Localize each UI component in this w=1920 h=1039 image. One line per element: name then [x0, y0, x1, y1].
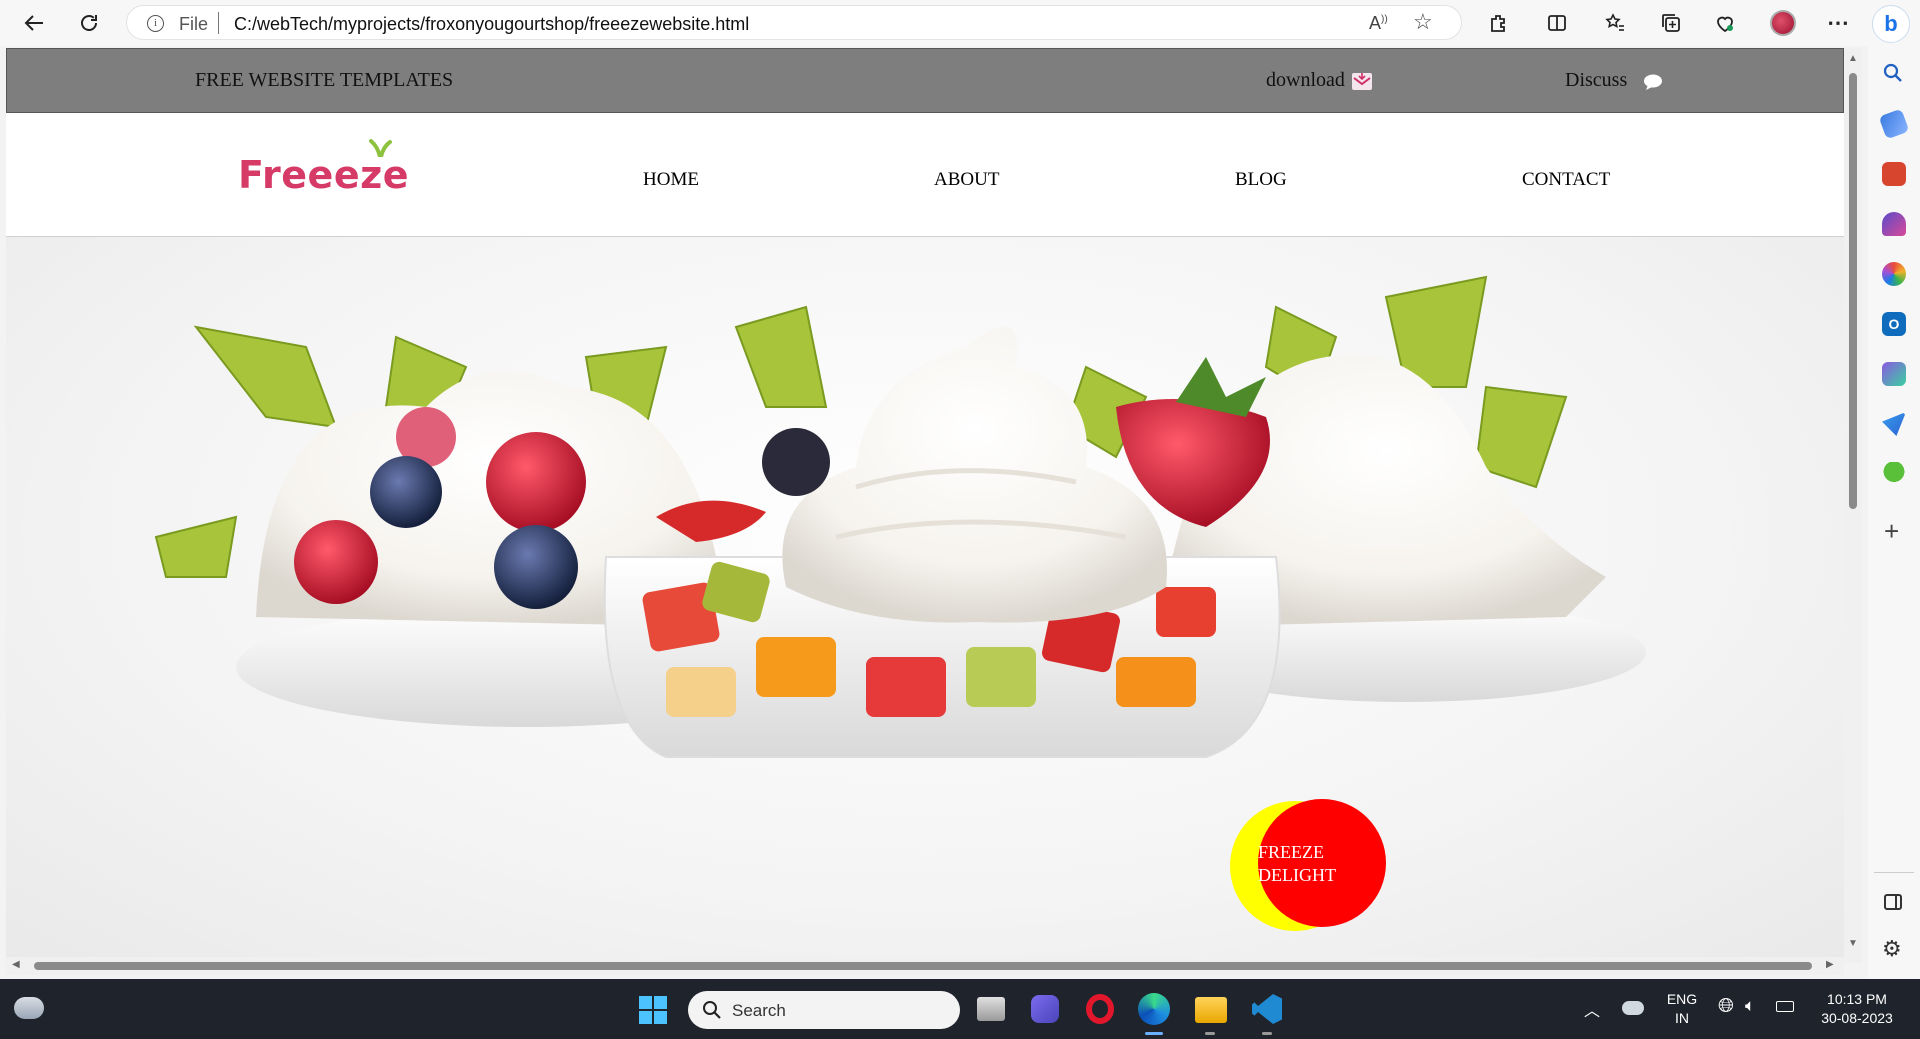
windows-taskbar: Search ︿ ENG IN 🌐︎ 🔈︎ 10:13 PM 30-08-202…	[0, 979, 1920, 1039]
browser-toolbar: i File C:/webTech/myprojects/froxonyougo…	[0, 0, 1920, 46]
nav-about[interactable]: ABOUT	[934, 169, 999, 191]
browser-sidebar: O + ⚙	[1868, 46, 1920, 979]
scroll-down-icon[interactable]: ▼	[1848, 938, 1858, 949]
puzzle-icon	[1491, 15, 1505, 32]
address-bar[interactable]: i File C:/webTech/myprojects/froxonyougo…	[126, 5, 1462, 40]
back-button[interactable]	[18, 8, 50, 38]
read-aloud-icon[interactable]: A))	[1369, 13, 1388, 34]
discuss-link[interactable]: Discuss	[1565, 69, 1627, 92]
nav-contact[interactable]: CONTACT	[1522, 169, 1610, 191]
site-top-bar: FREE WEBSITE TEMPLATES download Discuss	[6, 48, 1844, 113]
send-icon[interactable]	[1882, 412, 1906, 436]
clock-time: 10:13 PM	[1827, 991, 1887, 1007]
outlook-icon[interactable]: O	[1882, 312, 1906, 336]
teams-chat-icon[interactable]	[1031, 995, 1059, 1023]
task-view-icon[interactable]	[977, 997, 1005, 1021]
badge-text: FREEZE DELIGHT	[1258, 841, 1378, 887]
bing-icon: b	[1884, 11, 1898, 36]
collections-button[interactable]	[1655, 8, 1687, 38]
edge-icon[interactable]	[1138, 993, 1170, 1025]
lang-line-2: IN	[1675, 1010, 1689, 1026]
settings-gear-icon[interactable]: ⚙	[1882, 936, 1902, 962]
battery-icon[interactable]	[1776, 1001, 1794, 1012]
running-indicator	[1205, 1032, 1215, 1035]
free-templates-text: FREE WEBSITE TEMPLATES	[195, 69, 454, 91]
designer-icon[interactable]	[1882, 362, 1906, 386]
download-link[interactable]: download	[1266, 69, 1345, 92]
scroll-left-icon[interactable]: ◀	[12, 959, 20, 970]
running-indicator	[1262, 1032, 1272, 1035]
search-icon	[703, 1001, 721, 1019]
games-chess-icon[interactable]	[1882, 212, 1906, 236]
frozen-yogurt-illustration	[154, 275, 1646, 758]
microsoft365-icon[interactable]	[1882, 262, 1906, 286]
info-icon[interactable]: i	[147, 15, 164, 32]
back-arrow-icon	[24, 15, 43, 31]
sidebar-search-icon[interactable]	[1882, 62, 1904, 89]
nav-home[interactable]: HOME	[643, 169, 699, 191]
scroll-right-icon[interactable]: ▶	[1826, 959, 1834, 970]
download-icon	[1352, 73, 1372, 90]
tree-icon[interactable]	[1882, 462, 1906, 486]
sprout-icon	[369, 139, 392, 157]
tray-chevron-up-icon[interactable]: ︿	[1584, 997, 1600, 1021]
refresh-button[interactable]	[73, 8, 105, 38]
avatar	[1770, 10, 1796, 36]
windows-start-icon[interactable]	[639, 996, 667, 1024]
horizontal-scrollbar[interactable]: ◀ ▶	[6, 957, 1844, 975]
add-sidebar-icon[interactable]: +	[1884, 516, 1899, 547]
page-viewport: FREE WEBSITE TEMPLATES download Discuss …	[6, 48, 1844, 963]
extensions-button[interactable]	[1482, 8, 1514, 38]
badge-line-1: FREEZE	[1258, 842, 1324, 862]
sidebar-divider	[1874, 872, 1914, 873]
split-screen-button[interactable]	[1541, 8, 1573, 38]
address-separator	[218, 12, 219, 34]
search-label: Search	[732, 1001, 786, 1020]
logo-text: Freeeze	[238, 153, 409, 197]
file-label: File	[179, 14, 209, 34]
shopping-tag-icon[interactable]	[1878, 108, 1910, 140]
favorites-button[interactable]	[1599, 8, 1631, 38]
network-globe-icon[interactable]: 🌐︎	[1718, 995, 1734, 1018]
lang-line-1: ENG	[1666, 991, 1698, 1007]
split-screen-icon	[1548, 15, 1566, 31]
weather-icon[interactable]	[14, 997, 44, 1019]
heart-pulse-icon	[1717, 16, 1733, 33]
clock[interactable]: 10:13 PM 30-08-2023	[1812, 990, 1902, 1028]
onedrive-icon[interactable]	[1622, 1001, 1644, 1015]
nav-blog[interactable]: BLOG	[1235, 169, 1287, 191]
collections-icon	[1662, 14, 1680, 32]
speech-bubble-icon	[1643, 74, 1663, 96]
hero-frozen-yogurt-image	[6, 237, 1844, 963]
favorite-star-icon[interactable]: ☆	[1413, 9, 1433, 35]
language-indicator[interactable]: ENG IN	[1662, 990, 1702, 1028]
horizontal-scroll-thumb[interactable]	[34, 962, 1812, 970]
url-text[interactable]: C:/webTech/myprojects/froxonyougourtshop…	[234, 14, 749, 35]
vscode-icon[interactable]	[1252, 994, 1282, 1024]
tools-briefcase-icon[interactable]	[1882, 162, 1906, 186]
freeeze-logo[interactable]: Freeeze	[238, 139, 409, 197]
volume-icon[interactable]: 🔈︎	[1745, 996, 1755, 1016]
opera-icon[interactable]	[1086, 994, 1114, 1024]
badge-line-2: DELIGHT	[1258, 865, 1336, 885]
taskbar-search[interactable]: Search	[688, 991, 960, 1029]
site-nav-bar: Freeeze HOME ABOUT BLOG CONTACT	[6, 113, 1844, 237]
clock-date: 30-08-2023	[1821, 1010, 1893, 1026]
edge-active-indicator	[1145, 1032, 1163, 1035]
scroll-up-icon[interactable]: ▲	[1848, 53, 1858, 64]
refresh-icon	[81, 15, 97, 31]
vertical-scrollbar[interactable]: ▲ ▼	[1844, 48, 1862, 963]
vertical-scroll-thumb[interactable]	[1849, 73, 1857, 509]
favorites-list-icon	[1605, 13, 1624, 31]
profile-button[interactable]	[1767, 8, 1799, 38]
hide-sidebar-icon[interactable]	[1884, 894, 1902, 910]
browser-essentials-button[interactable]	[1709, 8, 1741, 38]
bing-chat-button[interactable]: b	[1872, 5, 1910, 43]
more-options-icon[interactable]: ⋯	[1822, 8, 1854, 38]
file-explorer-icon[interactable]	[1195, 997, 1227, 1023]
